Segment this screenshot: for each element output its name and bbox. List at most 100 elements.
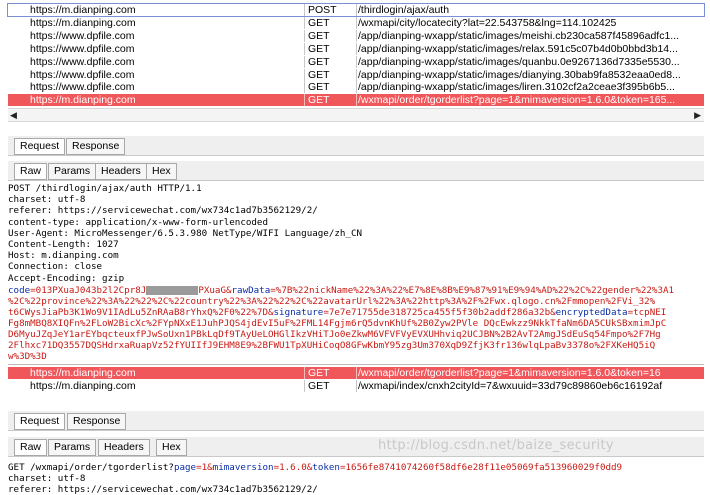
raw-line: charset: utf-8	[8, 194, 86, 206]
column-divider	[356, 55, 357, 68]
subtab-hex[interactable]: Hex	[146, 163, 177, 180]
raw-line: POST /thirdlogin/ajax/auth HTTP/1.1	[8, 183, 202, 194]
column-divider	[356, 94, 357, 107]
column-divider	[304, 16, 305, 29]
column-divider	[304, 81, 305, 94]
request-method: POST	[308, 4, 337, 16]
column-divider	[304, 367, 305, 379]
view-subtabs: Raw Params Headers Hex	[8, 161, 704, 181]
body-line: Fg8mMBQ8XIQFn%2FLoW2BicXc%2FYpNXxE1JuhPJ…	[8, 318, 667, 329]
raw-line: Content-Length: 1027	[8, 239, 119, 250]
column-divider	[356, 81, 357, 94]
column-divider	[304, 29, 305, 42]
column-divider	[304, 4, 305, 16]
body-line: D6MyuJZqJeY1arEYbqcteuxfPJwSoUxn1PBkLqDf…	[8, 329, 661, 340]
column-divider	[356, 29, 357, 42]
raw-line: Connection: close	[8, 261, 103, 273]
column-divider	[304, 380, 305, 392]
request-url: /app/dianping-wxapp/static/images/dianyi…	[358, 68, 681, 81]
request-url: /thirdlogin/ajax/auth	[358, 4, 450, 16]
request-row[interactable]: https://m.dianping.com GET/wxmapi/city/lo…	[8, 16, 704, 29]
body-line: t6CWysJiaPb3K1Wo9V1IAdLu5ZnRAaB8rYhxQ%2F…	[8, 307, 667, 318]
body-line: code=013PXuaJ043b2l2Cpr8J PXuaG&rawData=%…	[8, 285, 675, 296]
request-row[interactable]: https://m.dianping.com GET/wxmapi/order/t…	[8, 94, 704, 107]
column-divider	[356, 380, 357, 392]
request-url: /wxmapi/order/tgorderlist?page=1&mimaver…	[358, 94, 676, 107]
column-divider	[304, 55, 305, 68]
subtab-hex[interactable]: Hex	[156, 439, 187, 456]
request-url: /wxmapi/index/cnxh2cityId=7&wxuuid=33d79…	[358, 380, 663, 392]
request-method: GET	[308, 81, 330, 94]
raw-line: charset: utf-8	[8, 473, 86, 484]
request-row[interactable]: https://m.dianping.com GET/wxmapi/order/t…	[8, 367, 704, 379]
request-response-tabs: Request Response	[8, 136, 704, 156]
scroll-left-icon[interactable]: ◀	[10, 110, 17, 120]
request-method: GET	[308, 29, 330, 42]
body-line: w%3D%3D	[8, 351, 47, 362]
request-method: GET	[308, 42, 330, 55]
column-divider	[356, 4, 357, 16]
subtab-headers[interactable]: Headers	[98, 439, 150, 456]
request-url: /app/dianping-wxapp/static/images/quanbu…	[358, 55, 680, 68]
request-method: GET	[308, 380, 330, 392]
request-host: https://m.dianping.com	[30, 16, 136, 29]
request-host: https://m.dianping.com	[30, 380, 136, 392]
request-method: GET	[308, 68, 330, 81]
request-host: https://www.dpfile.com	[30, 42, 135, 55]
tab-request[interactable]: Request	[14, 413, 66, 430]
request-url: /wxmapi/order/tgorderlist?page=1&mimaver…	[358, 367, 661, 379]
raw-line: GET /wxmapi/order/tgorderlist?page=1&mim…	[8, 462, 623, 473]
request-url: /app/dianping-wxapp/static/images/relax.…	[358, 42, 678, 55]
subtab-headers[interactable]: Headers	[95, 163, 147, 180]
body-line: 2Flhxc71DQ3557DQSHdrxaRuapVz52fYUIIfJ9EH…	[8, 340, 656, 351]
request-url: /app/dianping-wxapp/static/images/liren.…	[358, 81, 675, 94]
request-row[interactable]: https://www.dpfile.com GET/app/dianping-w…	[8, 42, 704, 55]
request-method: GET	[308, 367, 330, 379]
column-divider	[356, 16, 357, 29]
subtab-raw[interactable]: Raw	[14, 163, 48, 180]
subtab-params[interactable]: Params	[48, 163, 97, 180]
request-response-tabs: Request Response	[8, 411, 704, 431]
tab-request[interactable]: Request	[14, 138, 66, 155]
request-host: https://m.dianping.com	[30, 94, 136, 107]
scroll-right-icon[interactable]: ▶	[694, 110, 701, 120]
request-row[interactable]: https://m.dianping.com GET/wxmapi/index/c…	[8, 380, 704, 392]
raw-line: User-Agent: MicroMessenger/6.5.3.980 Net…	[8, 227, 363, 239]
tab-response[interactable]: Response	[67, 413, 127, 430]
watermark: http://blog.csdn.net/baize_security	[378, 438, 614, 453]
column-divider	[356, 42, 357, 55]
request-host: https://m.dianping.com	[30, 367, 136, 379]
column-divider	[356, 367, 357, 379]
request-row[interactable]: https://www.dpfile.com GET/app/dianping-w…	[8, 68, 704, 81]
request-host: https://www.dpfile.com	[30, 55, 135, 68]
raw-line: Accept-Encoding: gzip	[8, 272, 125, 284]
raw-line: referer: https://servicewechat.com/wx734…	[8, 205, 318, 217]
column-divider	[304, 68, 305, 81]
request-url: /app/dianping-wxapp/static/images/meishi…	[358, 29, 680, 42]
raw-line: referer: https://servicewechat.com/wx734…	[8, 484, 318, 495]
request-row[interactable]: https://www.dpfile.com GET/app/dianping-w…	[8, 29, 704, 42]
column-divider	[304, 42, 305, 55]
body-line: %2C%22province%22%3A%22%22%2C%22country%…	[8, 296, 656, 307]
request-host: https://m.dianping.com	[30, 4, 136, 16]
divider	[8, 364, 704, 365]
horizontal-scrollbar[interactable]: ◀ ▶	[8, 108, 704, 122]
request-row[interactable]: https://m.dianping.com POST/thirdlogin/aj…	[7, 3, 705, 17]
request-host: https://www.dpfile.com	[30, 81, 135, 94]
request-method: GET	[308, 16, 330, 29]
request-host: https://www.dpfile.com	[30, 29, 135, 42]
raw-line: content-type: application/x-www-form-url…	[8, 216, 268, 228]
request-row[interactable]: https://www.dpfile.com GET/app/dianping-w…	[8, 55, 704, 68]
tab-response[interactable]: Response	[66, 138, 126, 155]
request-row[interactable]: https://www.dpfile.com GET/app/dianping-w…	[8, 81, 704, 94]
raw-line: Host: m.dianping.com	[8, 250, 119, 262]
request-method: GET	[308, 94, 330, 107]
column-divider	[356, 68, 357, 81]
column-divider	[304, 94, 305, 107]
redacted-region	[146, 286, 199, 295]
request-host: https://www.dpfile.com	[30, 68, 135, 81]
subtab-params[interactable]: Params	[48, 439, 97, 456]
subtab-raw[interactable]: Raw	[14, 439, 48, 456]
request-url: /wxmapi/city/locatecity?lat=22.543758&ln…	[358, 16, 617, 29]
request-method: GET	[308, 55, 330, 68]
